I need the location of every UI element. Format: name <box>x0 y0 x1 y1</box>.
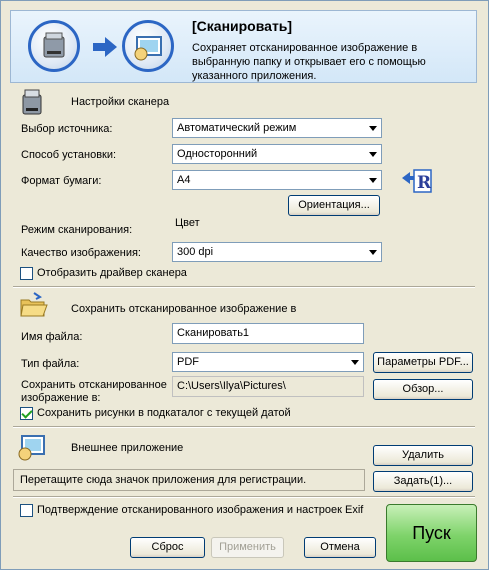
divider <box>13 496 475 498</box>
apply-button[interactable]: Применить <box>211 537 284 558</box>
scan-settings-window: [Сканировать] Сохраняет отсканированное … <box>0 0 489 570</box>
folder-open-icon <box>18 291 48 322</box>
source-select[interactable]: Автоматический режим <box>172 118 382 138</box>
browse-button[interactable]: Обзор... <box>373 379 473 400</box>
quality-label: Качество изображения: <box>21 247 141 259</box>
delete-app-button[interactable]: Удалить <box>373 445 473 466</box>
divider <box>13 426 475 428</box>
header-banner: [Сканировать] Сохраняет отсканированное … <box>10 10 477 83</box>
saveto-path-field: C:\Users\Ilya\Pictures\ <box>172 376 364 397</box>
color-mode-label: Режим сканирования: <box>21 224 133 236</box>
scanner-device-icon <box>28 20 80 72</box>
paper-label: Формат бумаги: <box>21 175 102 187</box>
arrow-right-icon <box>93 37 117 60</box>
page-title: [Сканировать] <box>192 18 293 34</box>
filetype-label: Тип файла: <box>21 358 80 370</box>
mode-select[interactable]: Односторонний <box>172 144 382 164</box>
chevron-down-icon <box>369 178 377 183</box>
filename-input[interactable]: Сканировать1 <box>172 323 364 344</box>
scanner-section-title: Настройки сканера <box>71 96 170 108</box>
orientation-button[interactable]: Ориентация... <box>288 195 380 216</box>
chevron-down-icon <box>351 360 359 365</box>
color-mode-value: Цвет <box>175 217 200 229</box>
reset-button[interactable]: Сброс <box>130 537 205 558</box>
filename-label: Имя файла: <box>21 331 83 343</box>
quality-select-value: 300 dpi <box>177 246 214 258</box>
subfolder-checkbox[interactable] <box>20 407 33 420</box>
subfolder-label: Сохранить рисунки в подкаталог с текущей… <box>37 407 291 419</box>
cancel-button[interactable]: Отмена <box>304 537 376 558</box>
source-select-value: Автоматический режим <box>177 122 297 134</box>
app-dropzone[interactable]: Перетащите сюда значок приложения для ре… <box>13 469 365 491</box>
scanner-settings-icon <box>17 87 47 120</box>
filetype-select-value: PDF <box>177 356 199 368</box>
paper-select-value: A4 <box>177 174 191 186</box>
saveto-label: Сохранить отсканированное изображение в: <box>21 379 167 404</box>
paper-select[interactable]: A4 <box>172 170 382 190</box>
show-driver-checkbox[interactable] <box>20 267 33 280</box>
chevron-down-icon <box>369 126 377 131</box>
quality-select[interactable]: 300 dpi <box>172 242 382 262</box>
application-icon <box>122 20 174 72</box>
chevron-down-icon <box>369 152 377 157</box>
show-driver-label: Отобразить драйвер сканера <box>37 267 187 279</box>
filetype-select[interactable]: PDF <box>172 352 364 372</box>
save-section-title: Сохранить отсканированное изображение в <box>71 303 297 315</box>
chevron-down-icon <box>369 250 377 255</box>
orientation-rotate-icon: R <box>402 169 433 194</box>
assign-app-button[interactable]: Задать(1)... <box>373 471 473 492</box>
external-app-icon <box>17 433 47 464</box>
confirm-exif-label: Подтверждение отсканированного изображен… <box>37 504 364 516</box>
pdf-params-button[interactable]: Параметры PDF... <box>373 352 473 373</box>
divider <box>13 286 475 288</box>
svg-text:R: R <box>417 173 432 193</box>
mode-select-value: Односторонний <box>177 148 258 160</box>
source-label: Выбор источника: <box>21 123 113 135</box>
confirm-exif-checkbox[interactable] <box>20 504 33 517</box>
mode-label: Способ установки: <box>21 149 117 161</box>
external-app-title: Внешнее приложение <box>71 442 184 454</box>
start-scan-button[interactable]: Пуск <box>386 504 477 562</box>
page-description: Сохраняет отсканированное изображение в … <box>192 42 426 82</box>
